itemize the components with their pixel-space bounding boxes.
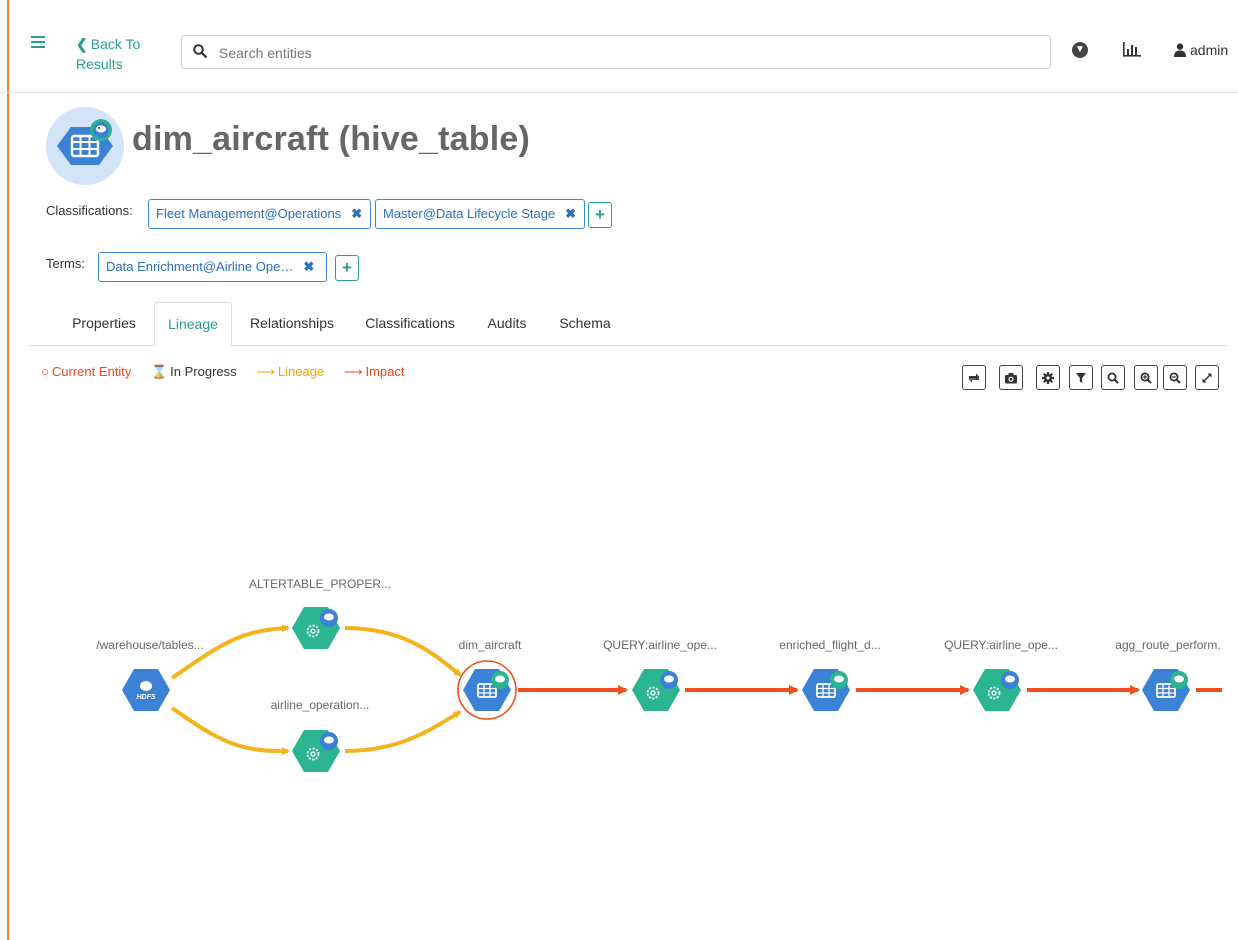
- legend-current-entity: ○ Current Entity: [41, 364, 132, 379]
- tab-lineage[interactable]: Lineage: [154, 302, 232, 346]
- node-label: QUERY:airline_ope...: [944, 638, 1058, 652]
- refresh-icon: [968, 373, 980, 382]
- hamburger-menu-icon[interactable]: [31, 36, 45, 48]
- tab-schema[interactable]: Schema: [550, 302, 620, 344]
- expand-icon: [1202, 373, 1212, 382]
- search-icon: [193, 44, 207, 58]
- tab-classifications[interactable]: Classifications: [360, 302, 460, 344]
- fullscreen-button[interactable]: [1195, 365, 1219, 390]
- hive-table-icon: [57, 119, 113, 165]
- user-name: admin: [1190, 42, 1229, 58]
- hdfs-icon-text: HDFS: [136, 694, 155, 701]
- lineage-node-table[interactable]: [1142, 669, 1190, 711]
- node-label: QUERY:airline_ope...: [603, 638, 717, 652]
- node-label: ALTERTABLE_PROPER...: [249, 577, 391, 591]
- zoom-in-button[interactable]: [1134, 365, 1158, 390]
- tab-relationships[interactable]: Relationships: [242, 302, 342, 344]
- node-label: agg_route_perform.: [1115, 638, 1220, 652]
- lineage-edge: [170, 624, 290, 680]
- lineage-node-process[interactable]: [632, 669, 680, 711]
- classification-tag[interactable]: Master@Data Lifecycle Stage ✖: [375, 199, 586, 229]
- top-bar: ❮Back To Results ▼ admin: [0, 0, 1238, 93]
- arrow-right-icon: ⟶: [256, 364, 275, 379]
- search-input[interactable]: [217, 36, 1041, 70]
- chevron-left-icon: ❮: [76, 36, 88, 52]
- hourglass-icon: ⌛: [150, 364, 168, 379]
- classification-tag-label: Fleet Management@Operations: [156, 206, 342, 221]
- node-label: /warehouse/tables...: [96, 638, 203, 652]
- node-label: airline_operation...: [271, 698, 370, 712]
- remove-tag-icon[interactable]: ✖: [351, 206, 362, 221]
- lineage-edge: [344, 626, 462, 677]
- back-to-results-link[interactable]: ❮ Back To Results: [76, 34, 156, 74]
- legend-in-progress: ⌛ In Progress: [150, 364, 237, 379]
- classifications-label: Classifications:: [46, 203, 133, 218]
- lineage-node-process[interactable]: [292, 730, 340, 772]
- remove-tag-icon[interactable]: ✖: [565, 206, 576, 221]
- term-tag-label: Data Enrichment@Airline Ope…: [106, 259, 294, 274]
- tab-bar: Properties Lineage Relationships Classif…: [30, 302, 1226, 346]
- lineage-edge: [170, 706, 290, 756]
- page-title: dim_aircraft (hive_table): [132, 120, 531, 158]
- download-icon[interactable]: ▼: [1072, 42, 1088, 58]
- tab-audits[interactable]: Audits: [478, 302, 536, 344]
- search-graph-button[interactable]: [1101, 365, 1125, 390]
- terms-label: Terms:: [46, 256, 85, 271]
- legend-impact: ⟶ Impact: [343, 364, 405, 379]
- lineage-node-process[interactable]: [973, 669, 1021, 711]
- tab-properties[interactable]: Properties: [58, 302, 150, 344]
- entity-avatar: [46, 107, 124, 185]
- arrow-right-icon: ⟶: [343, 364, 363, 379]
- lineage-node-table[interactable]: [802, 669, 850, 711]
- zoom-out-button[interactable]: [1163, 365, 1187, 390]
- classification-tag-label: Master@Data Lifecycle Stage: [383, 206, 556, 221]
- search-box[interactable]: [181, 35, 1051, 70]
- statistics-icon[interactable]: [1122, 40, 1142, 58]
- zoom-out-icon: [1169, 372, 1181, 384]
- lineage-legend: ○ Current Entity ⌛ In Progress ⟶ Lineage ⟶ I…: [41, 364, 420, 380]
- term-tag[interactable]: Data Enrichment@Airline Ope… ✖: [98, 252, 327, 282]
- filter-icon: [1076, 372, 1086, 383]
- gear-icon: [1042, 371, 1054, 384]
- filter-button[interactable]: [1069, 365, 1093, 390]
- lineage-node-hdfs[interactable]: HDFS: [122, 669, 170, 711]
- lineage-node-current-table[interactable]: [457, 660, 517, 720]
- lineage-node-process[interactable]: [292, 607, 340, 649]
- node-label: enriched_flight_d...: [779, 638, 880, 652]
- lineage-edge: [344, 710, 462, 753]
- user-icon: [1174, 43, 1186, 57]
- user-menu[interactable]: admin: [1174, 42, 1228, 58]
- classification-tag[interactable]: Fleet Management@Operations ✖: [148, 199, 372, 229]
- node-label: dim_aircraft: [459, 638, 522, 652]
- export-image-button[interactable]: [999, 365, 1023, 390]
- add-classification-button[interactable]: +: [588, 202, 612, 228]
- circle-outline-icon: ○: [41, 364, 49, 379]
- legend-lineage: ⟶ Lineage: [256, 364, 325, 379]
- camera-icon: [1005, 372, 1017, 383]
- lineage-graph[interactable]: HDFS /warehouse/tables... ALTERTABLE_PRO…: [0, 400, 1238, 820]
- zoom-in-icon: [1140, 372, 1152, 384]
- remove-tag-icon[interactable]: ✖: [303, 259, 314, 274]
- search-icon: [1107, 372, 1119, 384]
- refresh-button[interactable]: [962, 365, 986, 390]
- add-term-button[interactable]: +: [335, 255, 359, 281]
- settings-button[interactable]: [1036, 365, 1060, 390]
